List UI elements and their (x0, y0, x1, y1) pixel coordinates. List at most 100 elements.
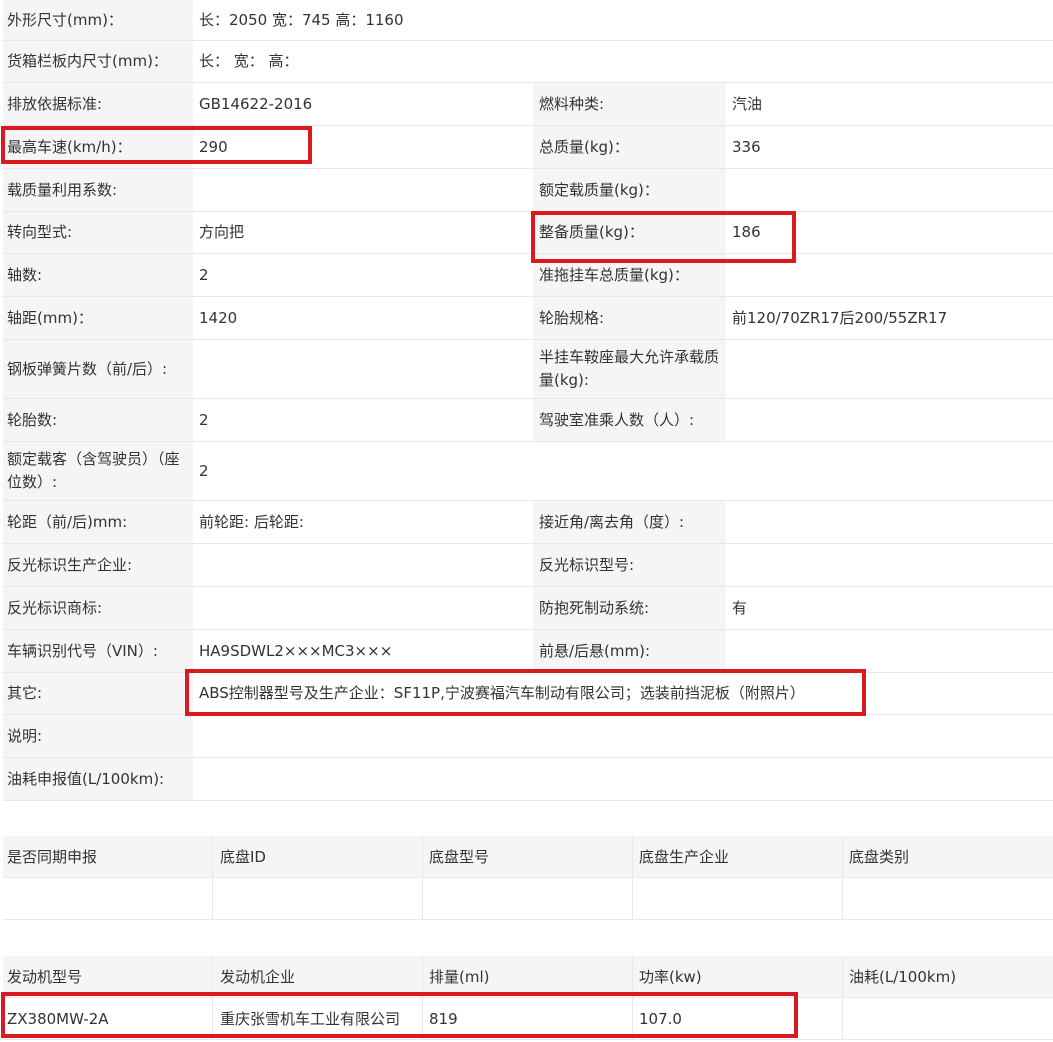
engine-header-cell: 发动机企业 (213, 956, 423, 997)
spec-value (193, 340, 533, 398)
spec-row: 其它: ABS控制器型号及生产企业：SF11P,宁波赛福汽车制动有限公司；选装前挡… (3, 673, 1053, 715)
engine-displacement-cell: 819 (423, 998, 633, 1039)
spec-value (726, 169, 1053, 211)
spec-label: 燃料种类: (533, 83, 726, 125)
spec-label: 驾驶室准乘人数（人）: (533, 399, 726, 441)
spec-label: 排放依据标准: (3, 83, 193, 125)
chassis-cell (843, 878, 1053, 919)
engine-table-header: 发动机型号 发动机企业 排量(ml) 功率(kw) 油耗(L/100km) (3, 956, 1053, 998)
spec-label: 轮胎数: (3, 399, 193, 441)
engine-table: 发动机型号 发动机企业 排量(ml) 功率(kw) 油耗(L/100km) ZX… (3, 956, 1053, 1040)
spec-value: 2 (199, 410, 209, 429)
chassis-header-cell: 底盘类别 (849, 848, 910, 866)
spec-value (726, 501, 1053, 543)
spec-row: 钢板弹簧片数（前/后）: 半挂车鞍座最大允许承载质量(kg): (3, 340, 1053, 399)
spec-value: 2 (199, 461, 209, 480)
chassis-cell (633, 878, 843, 919)
spec-value: 前120/70ZR17后200/55ZR17 (732, 308, 948, 327)
spec-value: GB14622-2016 (199, 94, 313, 113)
vehicle-spec-table: 外形尺寸(mm)： 长：2050 宽：745 高：1160 货箱栏板内尺寸(mm)：… (3, 0, 1053, 801)
spec-label: 整备质量(kg)： (533, 212, 726, 253)
chassis-cell (213, 878, 423, 919)
spec-label: 说明: (3, 715, 193, 757)
spec-label: 转向型式: (3, 212, 193, 253)
spec-value: 方向把 (199, 223, 245, 241)
spec-row: 最高车速(km/h)： 290 总质量(kg)： 336 (3, 126, 1053, 169)
spec-label: 其它: (3, 673, 193, 714)
chassis-header-cell: 底盘生产企业 (633, 836, 843, 877)
spec-label: 反光标识生产企业: (3, 544, 193, 586)
spec-value (193, 169, 533, 211)
spec-label: 轴距(mm)： (3, 297, 193, 339)
spec-value: 前轮距: 后轮距: (199, 512, 304, 531)
spec-value (726, 254, 1053, 296)
spec-label: 载质量利用系数: (3, 169, 193, 211)
chassis-cell (3, 878, 213, 919)
chassis-cell (423, 878, 633, 919)
engine-power-cell: 107.0 (633, 998, 843, 1039)
spec-label: 额定载客（含驾驶员）（座位数）: (3, 442, 193, 500)
spec-value: 186 (732, 223, 761, 241)
spec-label: 油耗申报值(L/100km): (3, 758, 193, 800)
spec-label: 额定载质量(kg)： (533, 169, 726, 211)
spec-label: 外形尺寸(mm)： (3, 0, 193, 40)
chassis-header-cell: 底盘ID (213, 836, 423, 877)
spec-value: 336 (732, 137, 761, 156)
spec-label: 接近角/离去角（度）: (533, 501, 726, 543)
spec-row: 轮距（前/后)mm: 前轮距: 后轮距: 接近角/离去角（度）: (3, 501, 1053, 544)
spec-value: 1420 (199, 308, 238, 327)
spec-label: 半挂车鞍座最大允许承载质量(kg): (533, 340, 726, 398)
engine-fuel-cell (843, 998, 1053, 1039)
spec-label: 总质量(kg)： (533, 126, 726, 168)
spec-value (193, 715, 1053, 757)
spec-row: 货箱栏板内尺寸(mm)： 长： 宽： 高： (3, 41, 1053, 83)
chassis-table-header: 是否同期申报 底盘ID 底盘型号 底盘生产企业 底盘类别 (3, 836, 1053, 878)
spec-row: 转向型式: 方向把 整备质量(kg)： 186 (3, 212, 1053, 254)
spec-value (193, 587, 533, 629)
spec-label: 车辆识别代号（VIN）: (3, 630, 193, 672)
spec-row: 反光标识生产企业: 反光标识型号: (3, 544, 1053, 587)
spec-label: 前悬/后悬(mm): (533, 630, 726, 672)
spec-value: 长： 宽： 高： (199, 52, 299, 70)
spec-label: 反光标识型号: (533, 544, 726, 586)
spec-value: 290 (199, 137, 228, 156)
spec-label: 反光标识商标: (3, 587, 193, 629)
spec-row: 车辆识别代号（VIN）: HA9SDWL2×××MC3××× 前悬/后悬(mm): (3, 630, 1053, 673)
spec-value: 2 (199, 265, 209, 284)
spec-value: 有 (732, 598, 748, 617)
spec-row: 说明: (3, 715, 1053, 758)
chassis-table: 是否同期申报 底盘ID 底盘型号 底盘生产企业 底盘类别 (3, 836, 1053, 920)
spec-label: 准拖挂车总质量(kg)： (533, 254, 726, 296)
spec-label: 轮距（前/后)mm: (3, 501, 193, 543)
spec-value (193, 544, 533, 586)
engine-maker-cell: 重庆张雪机车工业有限公司 (213, 998, 423, 1039)
spec-row: 轴数: 2 准拖挂车总质量(kg)： (3, 254, 1053, 297)
spec-value (726, 340, 1053, 398)
spec-label: 钢板弹簧片数（前/后）: (3, 340, 193, 398)
engine-header-cell: 发动机型号 (3, 956, 213, 997)
spec-row: 外形尺寸(mm)： 长：2050 宽：745 高：1160 (3, 0, 1053, 41)
engine-header-cell: 排量(ml) (423, 956, 633, 997)
spec-row: 反光标识商标: 防抱死制动系统: 有 (3, 587, 1053, 630)
spec-value: ABS控制器型号及生产企业：SF11P,宁波赛福汽车制动有限公司；选装前挡泥板（… (199, 684, 805, 702)
engine-header-cell: 油耗(L/100km) (849, 968, 957, 986)
spec-row: 载质量利用系数: 额定载质量(kg)： (3, 169, 1053, 212)
chassis-header-cell: 是否同期申报 (3, 836, 213, 877)
spec-value: 长：2050 宽：745 高：1160 (199, 10, 404, 29)
table-row: ZX380MW-2A 重庆张雪机车工业有限公司 819 107.0 (3, 998, 1053, 1040)
spec-value: 汽油 (732, 94, 763, 113)
spec-value: HA9SDWL2×××MC3××× (199, 641, 393, 660)
chassis-header-cell: 底盘型号 (423, 836, 633, 877)
spec-label: 轴数: (3, 254, 193, 296)
table-row (3, 878, 1053, 920)
engine-model-cell: ZX380MW-2A (3, 998, 213, 1039)
spec-label: 货箱栏板内尺寸(mm)： (3, 41, 193, 82)
spec-label: 轮胎规格: (533, 297, 726, 339)
spec-row: 轮胎数: 2 驾驶室准乘人数（人）: (3, 399, 1053, 442)
spec-value (726, 544, 1053, 586)
spec-row: 排放依据标准: GB14622-2016 燃料种类: 汽油 (3, 83, 1053, 126)
spec-label: 防抱死制动系统: (533, 587, 726, 629)
spec-row: 轴距(mm)： 1420 轮胎规格: 前120/70ZR17后200/55ZR17 (3, 297, 1053, 340)
engine-header-cell: 功率(kw) (633, 956, 843, 997)
spec-value (726, 399, 1053, 441)
